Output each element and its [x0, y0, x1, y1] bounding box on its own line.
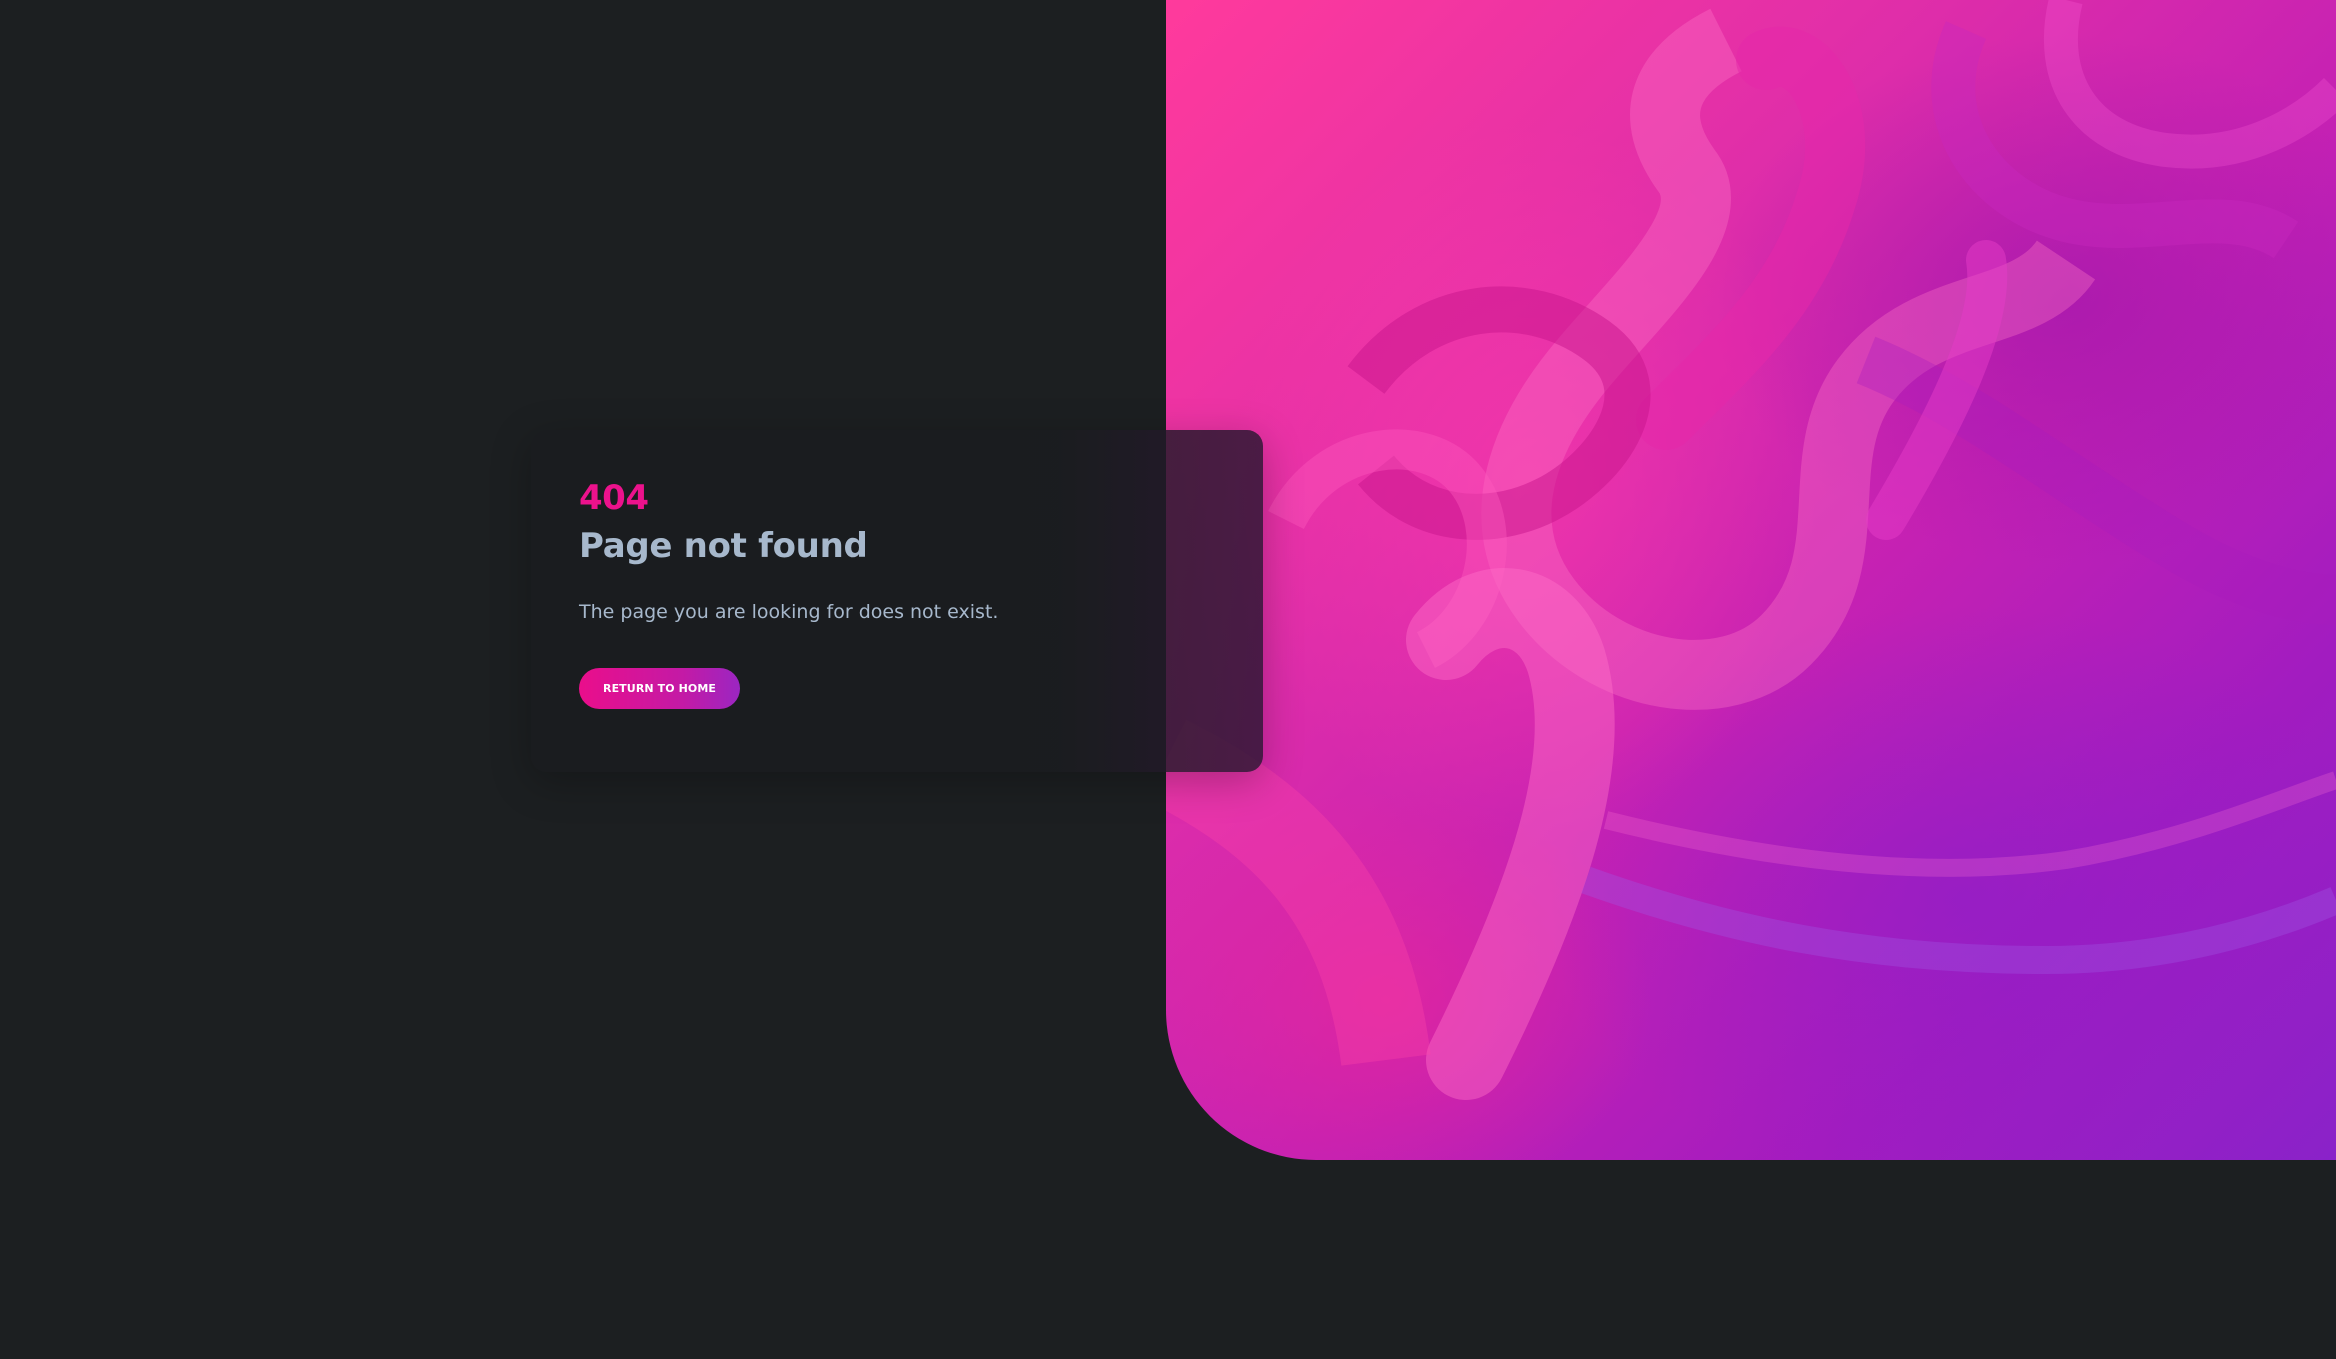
error-code: 404 — [579, 478, 649, 518]
hero-abstract-image — [1166, 0, 2336, 1160]
error-message: The page you are looking for does not ex… — [579, 601, 999, 623]
page-title: Page not found — [579, 526, 868, 566]
error-card: 404 Page not found The page you are look… — [531, 430, 1263, 772]
return-to-home-button[interactable]: RETURN TO HOME — [579, 668, 741, 709]
hero-abstract-swirls — [1166, 0, 2336, 1100]
